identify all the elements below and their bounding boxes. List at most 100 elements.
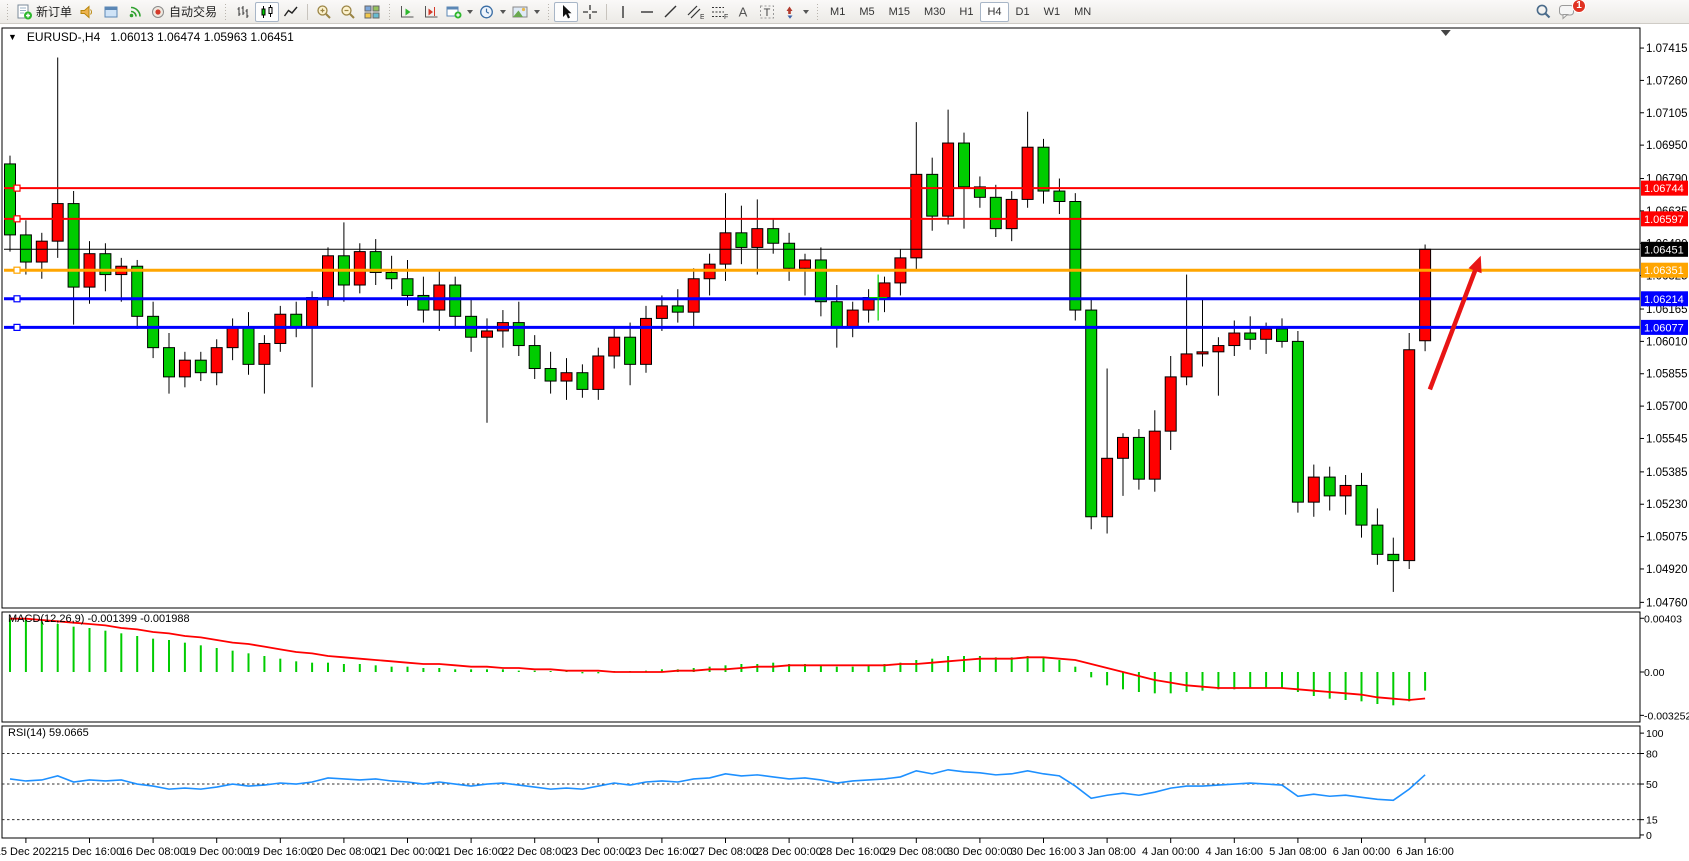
svg-text:1.07105: 1.07105 bbox=[1646, 108, 1688, 120]
signal-icon bbox=[127, 4, 143, 20]
timeframe-m5-button[interactable]: M5 bbox=[852, 2, 881, 22]
text-label-tool-button[interactable]: T bbox=[755, 2, 779, 22]
svg-text:1.05855: 1.05855 bbox=[1646, 369, 1688, 381]
horizontal-line-tool-button[interactable] bbox=[635, 2, 659, 22]
bar-chart-icon bbox=[235, 4, 251, 20]
svg-text:1.04920: 1.04920 bbox=[1646, 564, 1688, 576]
bar-chart-button[interactable] bbox=[231, 2, 255, 22]
periods-dropdown[interactable] bbox=[500, 10, 506, 14]
svg-text:E: E bbox=[700, 14, 704, 20]
zoom-in-icon bbox=[316, 4, 332, 20]
svg-text:1.05230: 1.05230 bbox=[1646, 499, 1688, 511]
cursor-icon bbox=[558, 4, 574, 20]
timeframe-h1-button[interactable]: H1 bbox=[952, 2, 980, 22]
svg-text:4 Jan 00:00: 4 Jan 00:00 bbox=[1142, 846, 1200, 858]
sound-button[interactable] bbox=[75, 2, 99, 22]
toolbar-grip bbox=[223, 4, 228, 20]
templates-dropdown[interactable] bbox=[534, 10, 540, 14]
zoom-in-button[interactable] bbox=[312, 2, 336, 22]
chart-canvas[interactable]: 1.074151.072601.071051.069501.067901.066… bbox=[0, 0, 1689, 861]
svg-text:15: 15 bbox=[1646, 815, 1658, 827]
timeframe-mn-button[interactable]: MN bbox=[1067, 2, 1098, 22]
svg-text:1.06950: 1.06950 bbox=[1646, 140, 1688, 152]
svg-text:1.06010: 1.06010 bbox=[1646, 336, 1688, 348]
svg-text:1.06597: 1.06597 bbox=[1644, 214, 1684, 226]
channel-tool-button[interactable]: E bbox=[683, 2, 707, 22]
chart-shift-button[interactable] bbox=[419, 2, 443, 22]
crosshair-tool-button[interactable] bbox=[578, 2, 602, 22]
search-button[interactable] bbox=[1531, 2, 1555, 22]
timeframe-h4-button[interactable]: H4 bbox=[980, 2, 1008, 22]
clock-icon bbox=[479, 4, 495, 20]
svg-text:19 Dec 16:00: 19 Dec 16:00 bbox=[248, 846, 313, 858]
panel-frames bbox=[2, 28, 1640, 838]
arrows-dropdown[interactable] bbox=[803, 10, 809, 14]
toolbar: 新订单 自动交易 bbox=[0, 0, 1689, 24]
svg-text:0.00403: 0.00403 bbox=[1644, 613, 1682, 625]
rsi-axis[interactable]: 1008050150 bbox=[1640, 728, 1664, 842]
new-chart-icon bbox=[446, 4, 462, 20]
svg-text:6 Jan 00:00: 6 Jan 00:00 bbox=[1333, 846, 1391, 858]
svg-text:1.06451: 1.06451 bbox=[1644, 244, 1684, 256]
fibonacci-icon: F bbox=[711, 4, 728, 20]
new-chart-dropdown[interactable] bbox=[467, 10, 473, 14]
notification-badge[interactable]: 1 bbox=[1572, 0, 1586, 13]
toolbar-grip bbox=[546, 4, 551, 20]
line-chart-button[interactable] bbox=[279, 2, 303, 22]
svg-text:15 Dec 16:00: 15 Dec 16:00 bbox=[57, 846, 122, 858]
vertical-line-tool-button[interactable] bbox=[611, 2, 635, 22]
tile-windows-button[interactable] bbox=[360, 2, 384, 22]
periods-button[interactable] bbox=[476, 2, 509, 22]
chat-button[interactable]: 1 bbox=[1555, 2, 1579, 22]
svg-text:1.07415: 1.07415 bbox=[1646, 43, 1688, 55]
chart-menu-toggle-icon[interactable]: ▼ bbox=[8, 32, 17, 42]
auto-scroll-button[interactable] bbox=[395, 2, 419, 22]
text-tool-button[interactable]: A bbox=[731, 2, 755, 22]
toolbar-separator bbox=[307, 4, 308, 20]
new-chart-button[interactable] bbox=[443, 2, 476, 22]
svg-text:0.00: 0.00 bbox=[1644, 667, 1665, 679]
arrows-tool-button[interactable] bbox=[779, 2, 812, 22]
time-axis[interactable]: 15 Dec 202215 Dec 16:0016 Dec 08:0019 De… bbox=[0, 838, 1454, 858]
zoom-out-button[interactable] bbox=[336, 2, 360, 22]
signals-button[interactable] bbox=[123, 2, 147, 22]
svg-text:28 Dec 00:00: 28 Dec 00:00 bbox=[756, 846, 821, 858]
timeframe-d1-button[interactable]: D1 bbox=[1009, 2, 1037, 22]
line-chart-icon bbox=[283, 4, 299, 20]
equidistant-channel-icon: E bbox=[687, 4, 704, 20]
timeframe-m1-button[interactable]: M1 bbox=[823, 2, 852, 22]
new-order-button[interactable]: 新订单 bbox=[13, 2, 75, 22]
svg-text:21 Dec 16:00: 21 Dec 16:00 bbox=[438, 846, 503, 858]
autotrade-icon bbox=[150, 4, 166, 20]
timeframe-m15-button[interactable]: M15 bbox=[882, 2, 917, 22]
toolbar-grip bbox=[387, 4, 392, 20]
fibonacci-tool-button[interactable]: F bbox=[707, 2, 731, 22]
tile-windows-icon bbox=[364, 4, 380, 20]
sound-icon bbox=[79, 4, 95, 20]
timeframe-m30-button[interactable]: M30 bbox=[917, 2, 952, 22]
svg-text:6 Jan 16:00: 6 Jan 16:00 bbox=[1396, 846, 1454, 858]
templates-button[interactable] bbox=[509, 2, 543, 22]
autotrade-button[interactable]: 自动交易 bbox=[147, 2, 220, 22]
svg-text:100: 100 bbox=[1646, 728, 1664, 740]
arrows-icon bbox=[782, 4, 798, 20]
timeframe-w1-button[interactable]: W1 bbox=[1037, 2, 1068, 22]
market-watch-button[interactable] bbox=[99, 2, 123, 22]
trendline-tool-button[interactable] bbox=[659, 2, 683, 22]
svg-text:50: 50 bbox=[1646, 779, 1658, 791]
svg-text:1.05700: 1.05700 bbox=[1646, 401, 1688, 413]
svg-text:16 Dec 08:00: 16 Dec 08:00 bbox=[120, 846, 185, 858]
zoom-out-icon bbox=[340, 4, 356, 20]
svg-text:23 Dec 16:00: 23 Dec 16:00 bbox=[629, 846, 694, 858]
svg-text:30 Dec 16:00: 30 Dec 16:00 bbox=[1011, 846, 1076, 858]
svg-text:1.07260: 1.07260 bbox=[1646, 75, 1688, 87]
candlestick-chart-button[interactable] bbox=[255, 2, 279, 22]
cursor-tool-button[interactable] bbox=[554, 2, 578, 22]
svg-text:21 Dec 00:00: 21 Dec 00:00 bbox=[375, 846, 440, 858]
market-watch-icon bbox=[103, 4, 119, 20]
macd-axis[interactable]: 0.004030.00-0.003252 bbox=[1640, 613, 1689, 722]
autotrade-label: 自动交易 bbox=[169, 3, 217, 20]
svg-text:1.05545: 1.05545 bbox=[1646, 433, 1688, 445]
svg-text:27 Dec 08:00: 27 Dec 08:00 bbox=[693, 846, 758, 858]
chart-shift-icon bbox=[423, 4, 439, 20]
